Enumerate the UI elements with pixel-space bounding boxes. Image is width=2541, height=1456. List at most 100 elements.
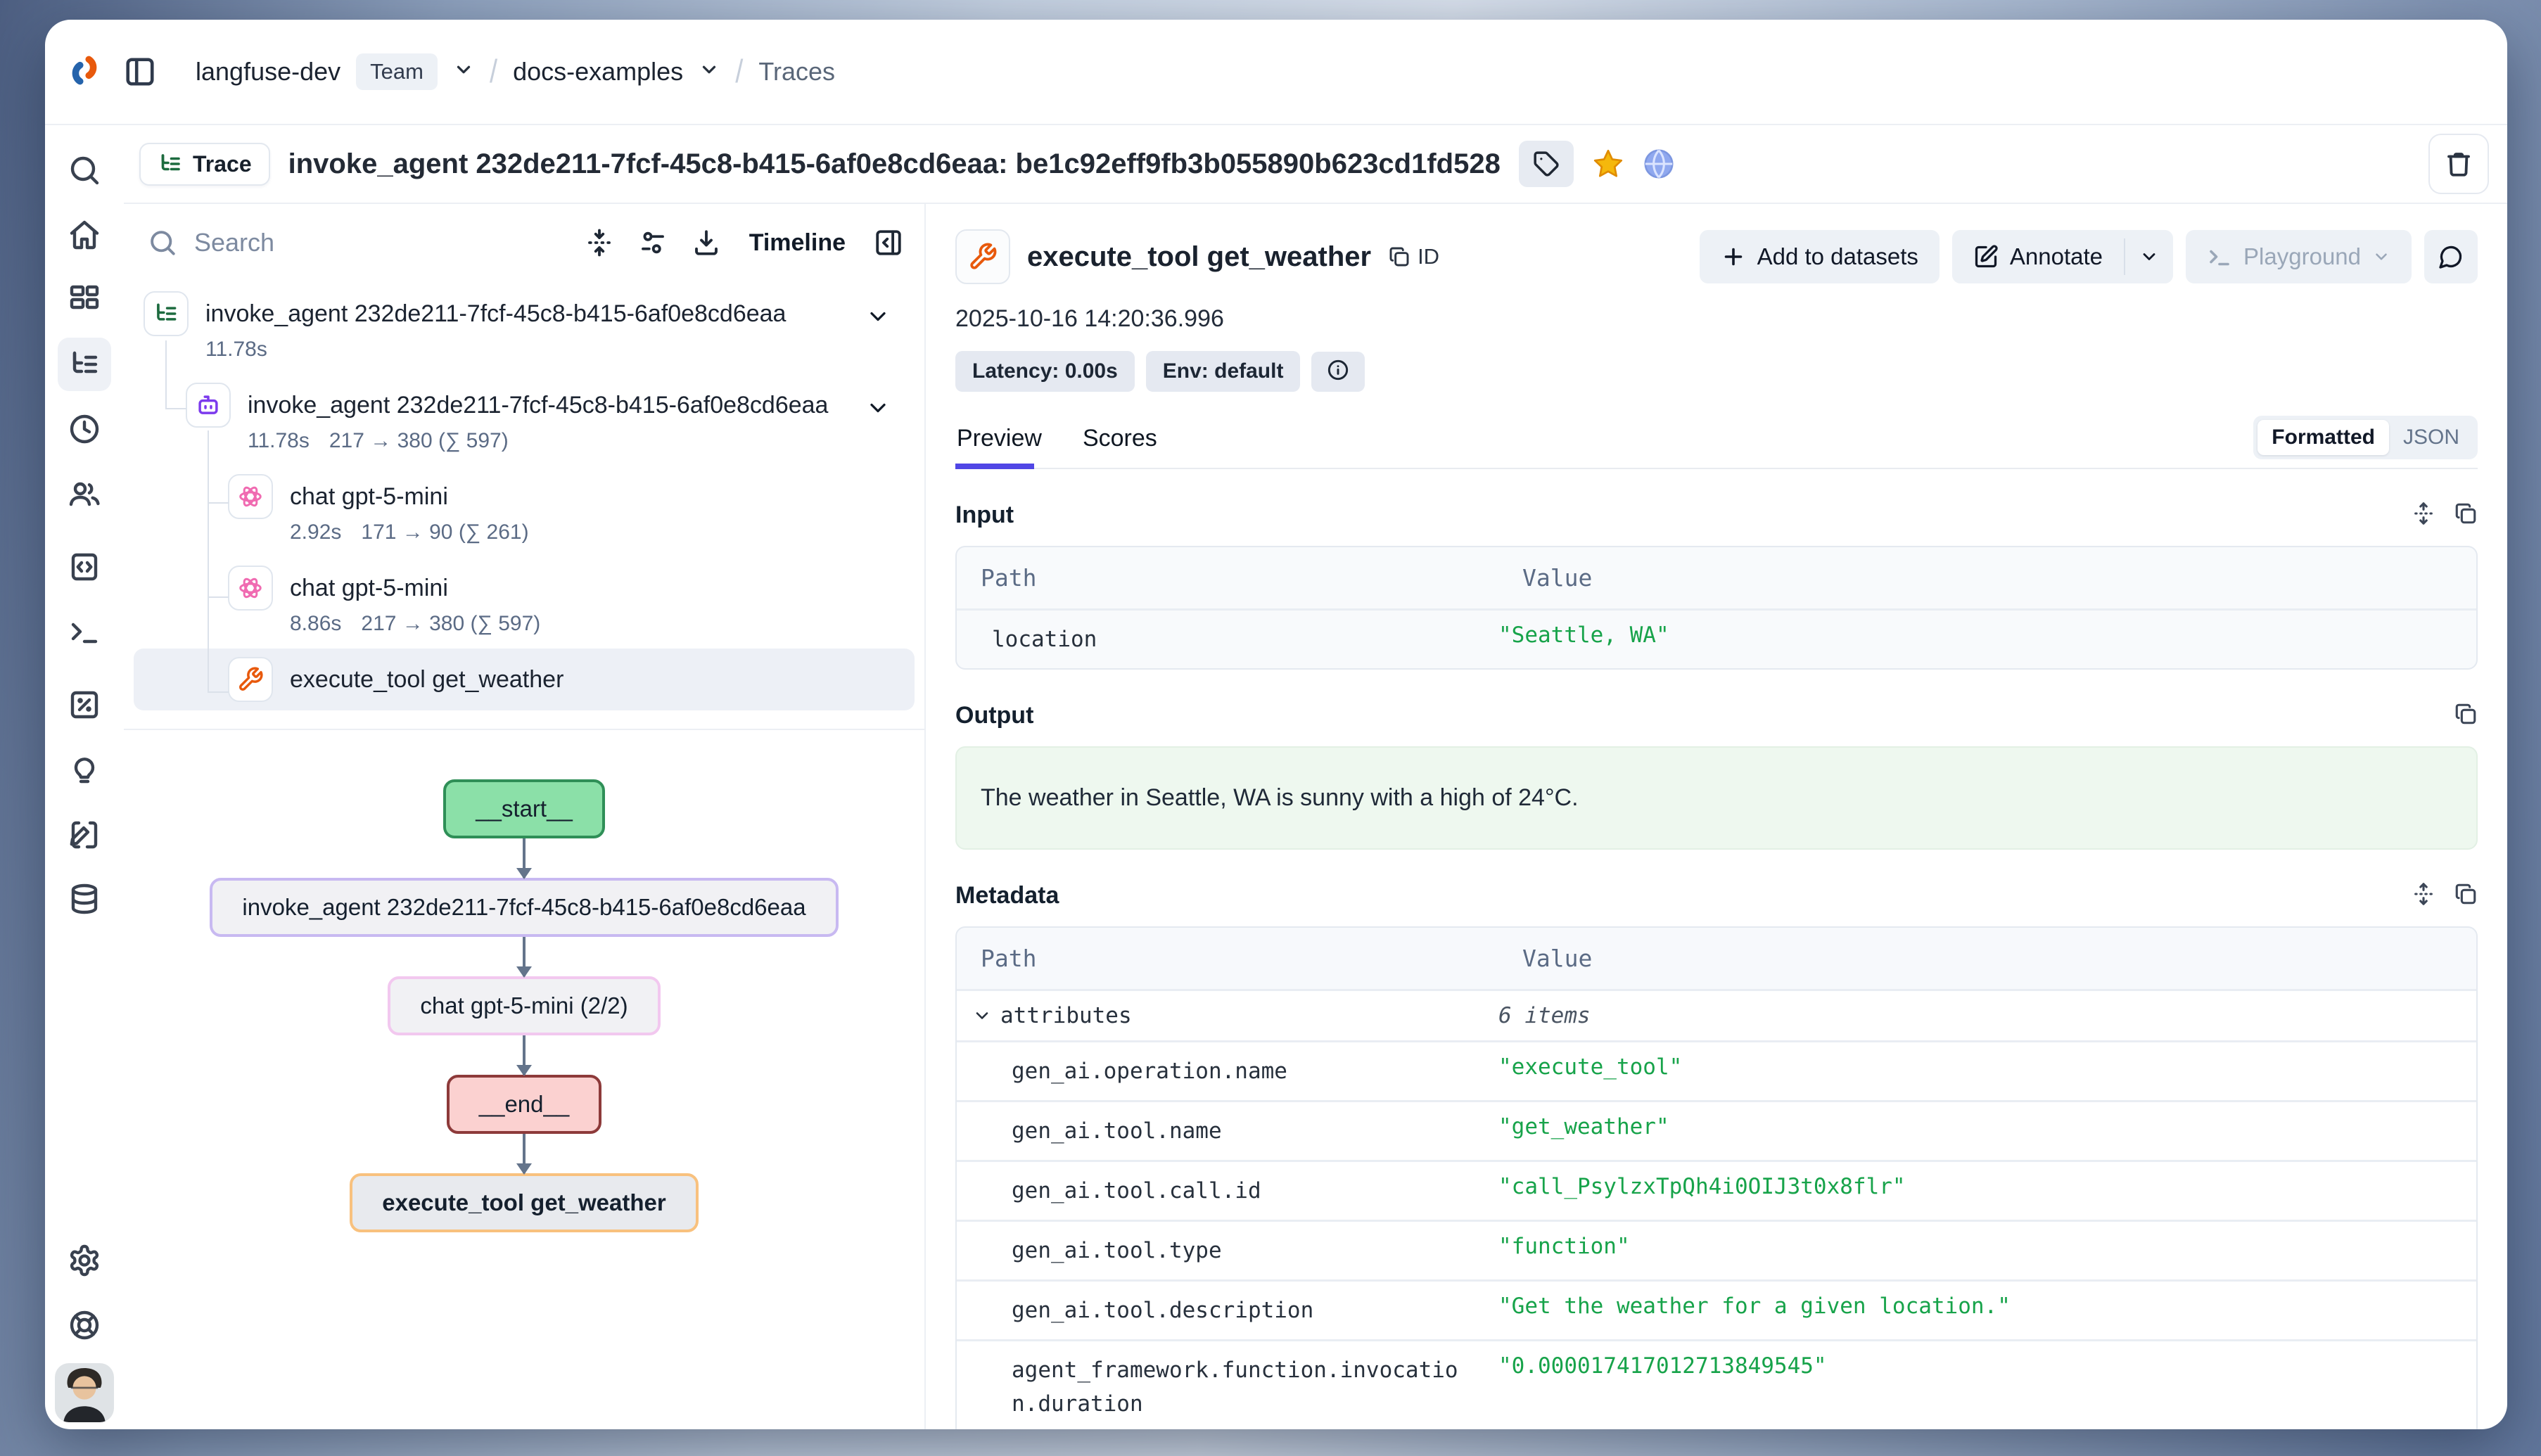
output-value: The weather in Seattle, WA is sunny with… <box>955 746 2478 850</box>
rail-item-terminal-icon[interactable] <box>58 605 111 658</box>
metadata-table: PathValueattributes6 itemsgen_ai.operati… <box>955 926 2478 1429</box>
input-table: PathValuelocation"Seattle, WA" <box>955 546 2478 670</box>
observation-detail-panel: execute_tool get_weather ID Add to datas… <box>926 204 2507 1429</box>
settings-sliders-icon[interactable] <box>638 228 668 257</box>
detail-tabs: Preview Scores Formatted JSON <box>955 416 2478 469</box>
tree-connector <box>208 502 229 504</box>
output-section: Output The weather in Seattle, WA is sun… <box>955 702 2478 850</box>
comment-bubble-icon <box>2438 244 2464 269</box>
rail-item-home-icon[interactable] <box>58 208 111 262</box>
rail-item-square-percent-icon[interactable] <box>58 678 111 732</box>
rail-item-dashboard-icon[interactable] <box>58 273 111 326</box>
project-name[interactable]: docs-examples <box>513 57 683 87</box>
search-input[interactable] <box>194 228 461 257</box>
chevron-down-icon <box>2372 248 2390 266</box>
annotate-split-button: Annotate <box>1952 230 2173 283</box>
agent-graph: __start__ invoke_agent 232de211-7fcf-45c8… <box>124 730 924 1429</box>
trace-type-badge: Trace <box>139 143 270 186</box>
formatted-toggle[interactable]: Formatted <box>2257 420 2389 455</box>
app-window: langfuse-dev Team / docs-examples / Trac… <box>45 20 2507 1429</box>
wrench-icon <box>228 657 273 702</box>
table-row: gen_ai.tool.name"get_weather" <box>957 1102 2476 1160</box>
list-tree-icon <box>144 291 189 336</box>
collapse-all-icon[interactable] <box>585 228 614 257</box>
tree-item[interactable]: invoke_agent 232de211-7fcf-45c8-b415-6af… <box>144 383 924 453</box>
trace-tree-panel: Timeline invoke_agent 232de211-7fcf-45c8… <box>124 204 926 1429</box>
output-section-title: Output <box>955 702 1033 729</box>
observation-tree: invoke_agent 232de211-7fcf-45c8-b415-6af… <box>124 281 924 723</box>
tag-icon[interactable] <box>1519 141 1574 187</box>
observation-timestamp: 2025-10-16 14:20:36.996 <box>955 305 2478 333</box>
graph-node[interactable]: execute_tool get_weather <box>350 1173 698 1232</box>
star-icon[interactable] <box>1592 148 1624 180</box>
annotate-dropdown-button[interactable] <box>2125 230 2173 283</box>
langfuse-logo-icon[interactable] <box>67 53 102 91</box>
copy-icon[interactable] <box>2454 702 2478 729</box>
tree-item[interactable]: chat gpt-5-mini2.92s171 → 90 (∑ 261) <box>144 474 924 544</box>
search-field[interactable] <box>148 228 561 257</box>
tab-scores[interactable]: Scores <box>1081 425 1163 468</box>
tree-connector <box>208 596 229 598</box>
graph-node[interactable]: chat gpt-5-mini (2/2) <box>388 976 660 1035</box>
terminal-icon <box>2207 244 2232 269</box>
tree-item[interactable]: invoke_agent 232de211-7fcf-45c8-b415-6af… <box>144 291 924 362</box>
robot-icon <box>186 383 231 428</box>
wrench-icon <box>955 229 1010 284</box>
table-row: gen_ai.tool.call.id"call_PsylzxTpQh4i0OI… <box>957 1162 2476 1220</box>
info-icon[interactable] <box>1311 352 1365 392</box>
table-row: gen_ai.operation.name"execute_tool" <box>957 1042 2476 1100</box>
rail-item-clipboard-pen-icon[interactable] <box>58 807 111 861</box>
json-toggle[interactable]: JSON <box>2389 420 2473 455</box>
env-badge: Env: default <box>1146 351 1301 392</box>
openai-icon <box>228 474 273 519</box>
sidebar-toggle-button[interactable] <box>124 56 156 88</box>
list-tree-icon <box>158 151 183 177</box>
collapse-panel-icon[interactable] <box>874 228 903 257</box>
graph-node[interactable]: __end__ <box>447 1075 601 1134</box>
latency-badge: Latency: 0.00s <box>955 351 1135 392</box>
avatar[interactable] <box>55 1363 114 1422</box>
timeline-toggle[interactable]: Timeline <box>749 229 846 257</box>
rail-item-list-tree-icon[interactable] <box>58 338 111 391</box>
delete-trace-button[interactable] <box>2428 134 2489 194</box>
copy-icon[interactable] <box>2454 882 2478 909</box>
graph-node[interactable]: __start__ <box>443 779 605 838</box>
graph-edge-arrow <box>523 1035 526 1075</box>
annotate-button[interactable]: Annotate <box>1952 230 2124 283</box>
chevron-down-icon[interactable] <box>865 304 891 333</box>
add-to-datasets-button[interactable]: Add to datasets <box>1700 230 1940 283</box>
copy-icon <box>1388 245 1410 268</box>
download-icon[interactable] <box>692 228 721 257</box>
tree-item[interactable]: execute_tool get_weather <box>144 657 924 702</box>
rail-item-lifebuoy-icon[interactable] <box>58 1298 111 1352</box>
tree-connector <box>165 340 167 408</box>
rail-item-users-icon[interactable] <box>58 467 111 521</box>
rail-item-gear-icon[interactable] <box>58 1234 111 1287</box>
openai-icon <box>228 566 273 611</box>
rail-item-clock-icon[interactable] <box>58 402 111 456</box>
playground-button[interactable]: Playground <box>2186 230 2412 283</box>
breadcrumb-separator: / <box>735 53 743 90</box>
copy-id-button[interactable]: ID <box>1388 244 1439 269</box>
rail-item-lightbulb-icon[interactable] <box>58 743 111 796</box>
org-name[interactable]: langfuse-dev <box>196 57 340 87</box>
rail-item-file-code-icon[interactable] <box>58 540 111 594</box>
nav-rail <box>45 125 124 1429</box>
chevron-down-icon[interactable] <box>865 395 891 424</box>
tree-item[interactable]: chat gpt-5-mini8.86s217 → 380 (∑ 597) <box>144 566 924 636</box>
tab-preview[interactable]: Preview <box>955 425 1047 468</box>
project-switcher-chevron-icon[interactable] <box>699 57 720 87</box>
globe-icon[interactable] <box>1643 148 1675 180</box>
breadcrumb-page[interactable]: Traces <box>758 57 835 87</box>
org-switcher-chevron-icon[interactable] <box>453 57 474 87</box>
expand-section-icon[interactable] <box>2412 502 2435 529</box>
rail-item-database-icon[interactable] <box>58 872 111 926</box>
tree-connector <box>208 430 209 691</box>
copy-icon[interactable] <box>2454 502 2478 529</box>
graph-node[interactable]: invoke_agent 232de211-7fcf-45c8-b415-6af… <box>210 878 838 937</box>
expand-section-icon[interactable] <box>2412 882 2435 909</box>
table-row: agent_framework.function.invocation.dura… <box>957 1341 2476 1429</box>
metadata-section: Metadata PathValueattributes6 itemsgen_a… <box>955 882 2478 1429</box>
comments-button[interactable] <box>2424 230 2478 283</box>
rail-item-search-icon[interactable] <box>58 143 111 197</box>
